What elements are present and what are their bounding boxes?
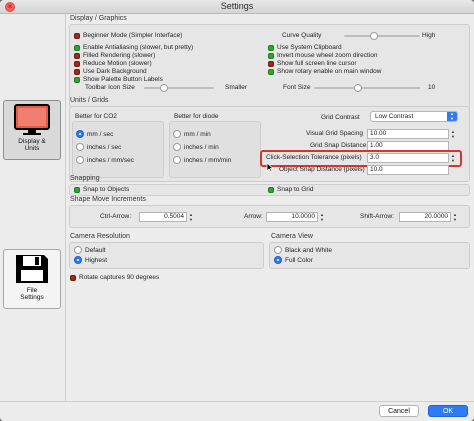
check-indicator [74, 45, 80, 51]
floppy-disk-icon [16, 255, 48, 283]
settings-content: Display / Graphics Beginner Mode (Simple… [66, 14, 474, 401]
mouse-cursor-icon [266, 162, 274, 173]
shift-arrow-label: Shift-Arrow: [360, 213, 394, 220]
font-size-label: Font Size [283, 84, 311, 91]
sidebar-item-file-settings[interactable]: File Settings [3, 249, 61, 309]
dialog-footer: Cancel OK [0, 401, 474, 421]
arrow-input[interactable]: 10.0000 [266, 212, 318, 222]
window-title: Settings [220, 1, 254, 11]
font-size-value: 10 [428, 84, 436, 91]
shift-arrow-stepper[interactable]: ▲ ▼ [452, 212, 458, 222]
click-tolerance-label: Click-Selection Tolerance (pixels) [266, 154, 362, 161]
cancel-button[interactable]: Cancel [379, 405, 419, 417]
arrow-stepper[interactable]: ▲ ▼ [319, 212, 325, 222]
section-heading-shape-move: Shape Move Increments [70, 196, 146, 203]
curve-quality-label: Curve Quality [282, 32, 322, 39]
visual-grid-spacing-stepper[interactable]: ▲ ▼ [450, 129, 456, 139]
sidebar-item-label: Display & Units [18, 138, 46, 152]
check-indicator [74, 187, 80, 193]
curve-quality-max: High [422, 32, 436, 39]
check-indicator [268, 61, 274, 67]
diode-title: Better for diode [174, 113, 219, 120]
object-snap-input[interactable]: 10.0 [367, 165, 449, 175]
grid-contrast-label: Grid Contrast [321, 114, 360, 121]
section-heading-snapping: Snapping [70, 175, 100, 182]
settings-window: × Settings Display & Units File Settings [0, 0, 474, 421]
grid-contrast-select[interactable]: Low Contrast ▲ ▼ [370, 111, 458, 122]
monitor-icon [14, 104, 50, 135]
check-indicator [70, 275, 76, 281]
check-indicator [268, 53, 274, 59]
grid-snap-distance-label: Grid Snap Distance [310, 142, 367, 149]
check-indicator [268, 45, 274, 51]
check-indicator [268, 187, 274, 193]
check-indicator [268, 69, 274, 75]
sidebar-item-display-units[interactable]: Display & Units [3, 100, 61, 160]
check-indicator [74, 61, 80, 67]
ctrl-arrow-input[interactable]: 0.5004 [139, 212, 187, 222]
object-snap-label: Object Snap Distance (pixels) [279, 166, 365, 173]
ok-button[interactable]: OK [428, 405, 468, 417]
chevron-up-down-icon: ▲ ▼ [447, 111, 457, 121]
curve-quality-slider[interactable] [344, 32, 420, 40]
sidebar: Display & Units File Settings [0, 14, 66, 401]
font-size-slider[interactable] [314, 84, 420, 92]
check-indicator [74, 69, 80, 75]
visual-grid-spacing-input[interactable]: 10.00 [367, 129, 449, 139]
check-indicator [74, 33, 80, 39]
sidebar-item-label: File Settings [20, 287, 44, 301]
toolbar-icon-size-slider[interactable] [144, 84, 214, 92]
shift-arrow-input[interactable]: 20.0000 [399, 212, 451, 222]
click-tolerance-stepper[interactable]: ▲ ▼ [450, 153, 456, 163]
check-indicator [74, 53, 80, 59]
section-heading-units: Units / Grids [70, 97, 109, 104]
visual-grid-spacing-label: Visual Grid Spacing [306, 130, 363, 137]
toolbar-icon-size-min: Smaller [225, 84, 248, 91]
ctrl-arrow-label: Ctrl-Arrow: [100, 213, 132, 220]
section-heading-camera-view: Camera View [271, 233, 313, 240]
title-bar: × Settings [0, 0, 474, 14]
ctrl-arrow-stepper[interactable]: ▲ ▼ [188, 212, 194, 222]
toolbar-icon-size-label: Toolbar Icon Size [85, 84, 135, 91]
check-indicator [74, 77, 80, 83]
arrow-label: Arrow: [244, 213, 263, 220]
co2-title: Better for CO2 [75, 113, 117, 120]
click-tolerance-input[interactable]: 3.0 [367, 153, 449, 163]
section-heading-display: Display / Graphics [70, 15, 127, 22]
section-heading-camera-resolution: Camera Resolution [70, 233, 130, 240]
